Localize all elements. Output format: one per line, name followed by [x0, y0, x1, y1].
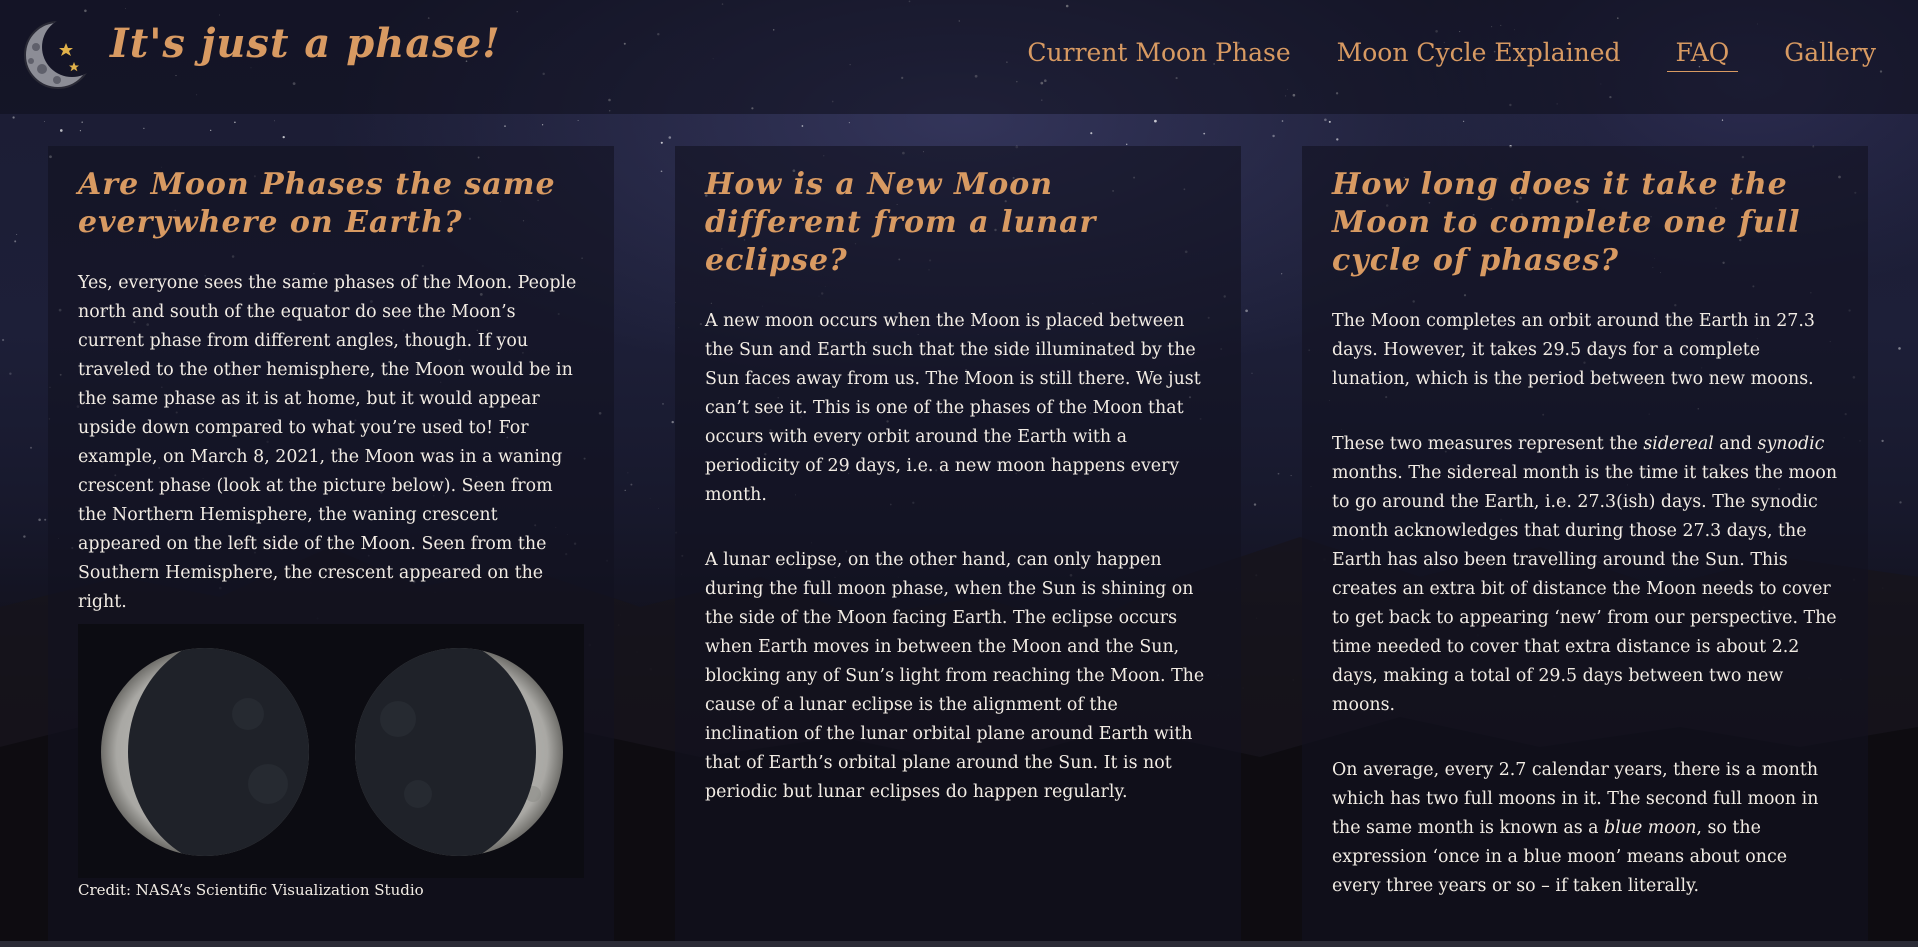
star	[1090, 132, 1093, 135]
faq-question: How long does it take the Moon to comple…	[1332, 167, 1801, 278]
star	[660, 170, 663, 173]
nav-moon-cycle-explained[interactable]: Moon Cycle Explained	[1337, 38, 1621, 72]
faq-answer-paragraph: The Moon completes an orbit around the E…	[1332, 311, 1815, 389]
faq-answer-paragraph: A lunar eclipse, on the other hand, can …	[705, 550, 1205, 802]
star	[273, 120, 275, 122]
star	[1272, 134, 1275, 138]
nav-gallery[interactable]: Gallery	[1784, 38, 1876, 72]
faq-card-full-cycle: How long does it take the Moon to comple…	[1302, 146, 1868, 946]
star	[1324, 118, 1327, 122]
faq-question: Are Moon Phases the same everywhere on E…	[78, 167, 556, 240]
star	[1462, 120, 1465, 122]
faq-answer-paragraph: Yes, everyone sees the same phases of th…	[78, 273, 577, 612]
star	[1, 338, 5, 342]
main-nav: Current Moon Phase Moon Cycle Explained …	[1027, 38, 1876, 72]
star	[1203, 132, 1206, 135]
star	[210, 129, 212, 131]
star	[14, 240, 17, 243]
site-title[interactable]: It's just a phase!	[110, 20, 501, 67]
star	[1328, 120, 1331, 123]
star	[504, 125, 506, 127]
nav-current-moon-phase[interactable]: Current Moon Phase	[1027, 38, 1290, 72]
faq-answer-paragraph-blue-moon: On average, every 2.7 calendar years, th…	[1332, 760, 1819, 896]
site-header: It's just a phase! Current Moon Phase Mo…	[0, 0, 1918, 114]
star	[662, 403, 664, 405]
image-credit: Credit: NASA’s Scientific Visualization …	[78, 881, 424, 899]
star	[1154, 119, 1157, 123]
faq-answer-paragraph: A new moon occurs when the Moon is place…	[705, 311, 1201, 505]
star	[541, 124, 544, 126]
star	[848, 122, 850, 124]
star	[1281, 120, 1284, 122]
faq-card-new-moon-vs-eclipse: How is a New Moon different from a lunar…	[675, 146, 1241, 946]
star	[660, 141, 663, 144]
star	[9, 372, 12, 375]
star	[79, 130, 81, 132]
star	[1251, 372, 1253, 374]
page-bottom-edge	[0, 941, 1918, 947]
star	[668, 136, 672, 139]
star	[143, 127, 145, 129]
star	[1721, 119, 1724, 121]
nav-faq[interactable]: FAQ	[1666, 38, 1739, 72]
star	[282, 135, 285, 139]
star	[12, 116, 15, 119]
star	[1336, 138, 1339, 141]
star	[1125, 143, 1128, 146]
star	[1898, 347, 1901, 350]
moon-hemispheres-image	[78, 624, 584, 878]
star	[44, 121, 45, 122]
star	[671, 420, 674, 424]
faq-question: How is a New Moon different from a lunar…	[705, 167, 1097, 278]
faq-answer-paragraph-sidereal: These two measures represent the siderea…	[1332, 434, 1838, 715]
star	[234, 121, 236, 124]
star	[801, 125, 804, 127]
star	[1281, 273, 1283, 275]
star	[16, 233, 18, 235]
star	[1245, 309, 1248, 313]
star	[59, 129, 63, 132]
star	[577, 120, 579, 121]
crescent-moon-logo-icon[interactable]	[22, 17, 92, 89]
faq-card-hemispheres: Are Moon Phases the same everywhere on E…	[48, 146, 614, 946]
star	[81, 121, 83, 123]
